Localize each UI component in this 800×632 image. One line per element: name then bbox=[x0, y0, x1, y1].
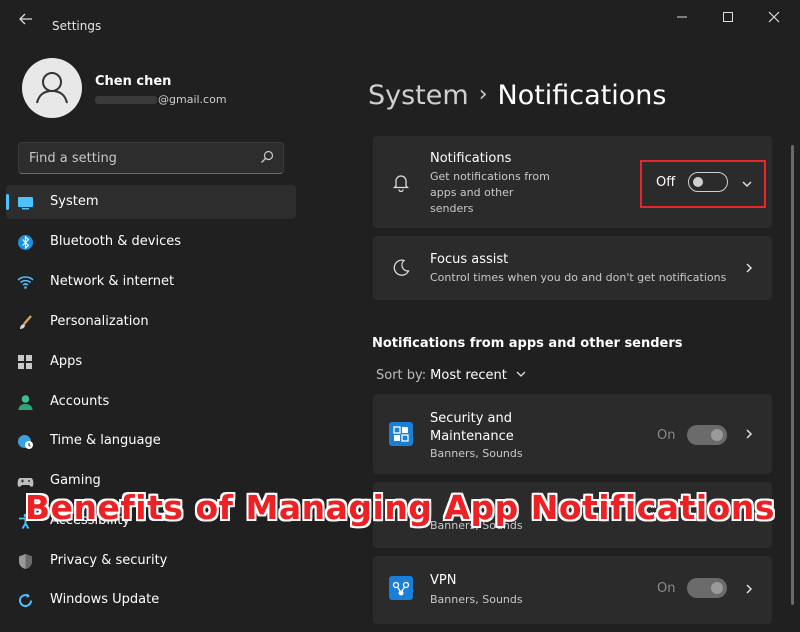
sidebar-item-label: Windows Update bbox=[50, 592, 160, 607]
sidebar-item-time-language[interactable]: Time & language bbox=[6, 424, 296, 458]
section-title: Notifications from apps and other sender… bbox=[372, 336, 683, 351]
card-description: Control times when you do and don't get … bbox=[430, 271, 727, 284]
app-detail: Banners, Sounds bbox=[430, 593, 523, 606]
apps-icon bbox=[18, 355, 32, 369]
app-card-security-maintenance[interactable]: Security and Maintenance Banners, Sounds… bbox=[373, 394, 772, 474]
back-button[interactable] bbox=[14, 10, 38, 30]
app-detail: Banners, Sounds bbox=[430, 447, 523, 460]
minimize-button[interactable] bbox=[662, 6, 702, 30]
vpn-icon bbox=[389, 576, 413, 600]
chevron-right-icon[interactable] bbox=[743, 428, 755, 440]
card-title: Notifications bbox=[430, 151, 512, 166]
sidebar-item-apps[interactable]: Apps bbox=[6, 345, 296, 379]
sidebar-item-label: Accounts bbox=[50, 394, 110, 409]
brush-icon bbox=[20, 315, 32, 329]
profile-name: Chen chen bbox=[95, 74, 172, 89]
maximize-icon bbox=[723, 12, 733, 22]
active-indicator bbox=[6, 194, 9, 210]
sidebar-item-label: Gaming bbox=[50, 473, 101, 488]
chevron-right-icon[interactable] bbox=[743, 262, 755, 274]
toggle-state-label: On bbox=[657, 428, 676, 443]
sidebar-item-label: Time & language bbox=[50, 433, 161, 448]
person-icon bbox=[18, 395, 33, 410]
app-name: Security and Maintenance bbox=[430, 411, 514, 444]
toggle-state-label: On bbox=[657, 581, 676, 596]
sidebar-item-label: Personalization bbox=[50, 314, 149, 329]
focus-assist-card[interactable]: Focus assist Control times when you do a… bbox=[373, 236, 772, 300]
scrollbar[interactable] bbox=[791, 145, 794, 605]
shield-icon bbox=[19, 554, 32, 569]
security-maintenance-icon bbox=[389, 422, 413, 446]
minimize-icon bbox=[677, 16, 687, 18]
close-icon bbox=[768, 11, 780, 23]
sidebar-item-bluetooth[interactable]: Bluetooth & devices bbox=[6, 225, 296, 259]
overlay-caption: Benefits of Managing App Notifications bbox=[25, 488, 775, 527]
breadcrumb-separator: › bbox=[478, 82, 488, 107]
title-bar: Settings bbox=[0, 0, 800, 40]
sort-dropdown[interactable]: Sort by: Most recent bbox=[376, 368, 527, 383]
sidebar-item-label: Bluetooth & devices bbox=[50, 234, 181, 249]
sidebar-item-label: System bbox=[50, 194, 99, 209]
monitor-icon bbox=[18, 197, 33, 210]
moon-icon bbox=[393, 259, 410, 276]
app-name: VPN bbox=[430, 573, 457, 588]
app-card-vpn[interactable]: VPN Banners, Sounds On bbox=[373, 556, 772, 624]
profile-email: @gmail.com bbox=[95, 93, 227, 106]
app-toggle[interactable] bbox=[687, 425, 727, 445]
redacted-email-mask bbox=[95, 96, 157, 104]
person-icon bbox=[36, 72, 68, 104]
sidebar-item-privacy[interactable]: Privacy & security bbox=[6, 544, 296, 578]
breadcrumb-parent[interactable]: System bbox=[368, 80, 469, 111]
sidebar-item-label: Apps bbox=[50, 354, 83, 369]
avatar[interactable] bbox=[22, 58, 82, 118]
search-input[interactable]: Find a setting bbox=[29, 151, 117, 166]
sidebar-item-windows-update[interactable]: Windows Update bbox=[6, 583, 296, 617]
globe-clock-icon bbox=[18, 435, 33, 449]
breadcrumb: System › Notifications bbox=[368, 80, 667, 111]
card-description: Get notifications from apps and other se… bbox=[430, 170, 550, 215]
app-title: Settings bbox=[52, 19, 102, 33]
card-title: Focus assist bbox=[430, 252, 509, 267]
search-box[interactable]: Find a setting bbox=[18, 142, 284, 174]
maximize-button[interactable] bbox=[708, 6, 748, 30]
chevron-down-icon bbox=[516, 371, 526, 377]
highlight-box bbox=[640, 160, 766, 208]
update-icon bbox=[19, 593, 33, 608]
bell-icon bbox=[392, 175, 410, 192]
sidebar-item-personalization[interactable]: Personalization bbox=[6, 305, 296, 339]
sidebar-item-network[interactable]: Network & internet bbox=[6, 265, 296, 299]
back-arrow-icon bbox=[19, 13, 32, 25]
chevron-right-icon[interactable] bbox=[743, 583, 755, 595]
search-icon[interactable] bbox=[259, 149, 275, 165]
sidebar-item-accounts[interactable]: Accounts bbox=[6, 385, 296, 419]
sidebar-item-label: Network & internet bbox=[50, 274, 175, 289]
sidebar-item-label: Privacy & security bbox=[50, 553, 168, 568]
app-toggle[interactable] bbox=[687, 578, 727, 598]
close-button[interactable] bbox=[754, 6, 794, 30]
page-title: Notifications bbox=[497, 80, 667, 111]
wifi-icon bbox=[17, 276, 34, 289]
bluetooth-icon bbox=[18, 235, 33, 250]
sidebar-item-system[interactable]: System bbox=[6, 185, 296, 219]
